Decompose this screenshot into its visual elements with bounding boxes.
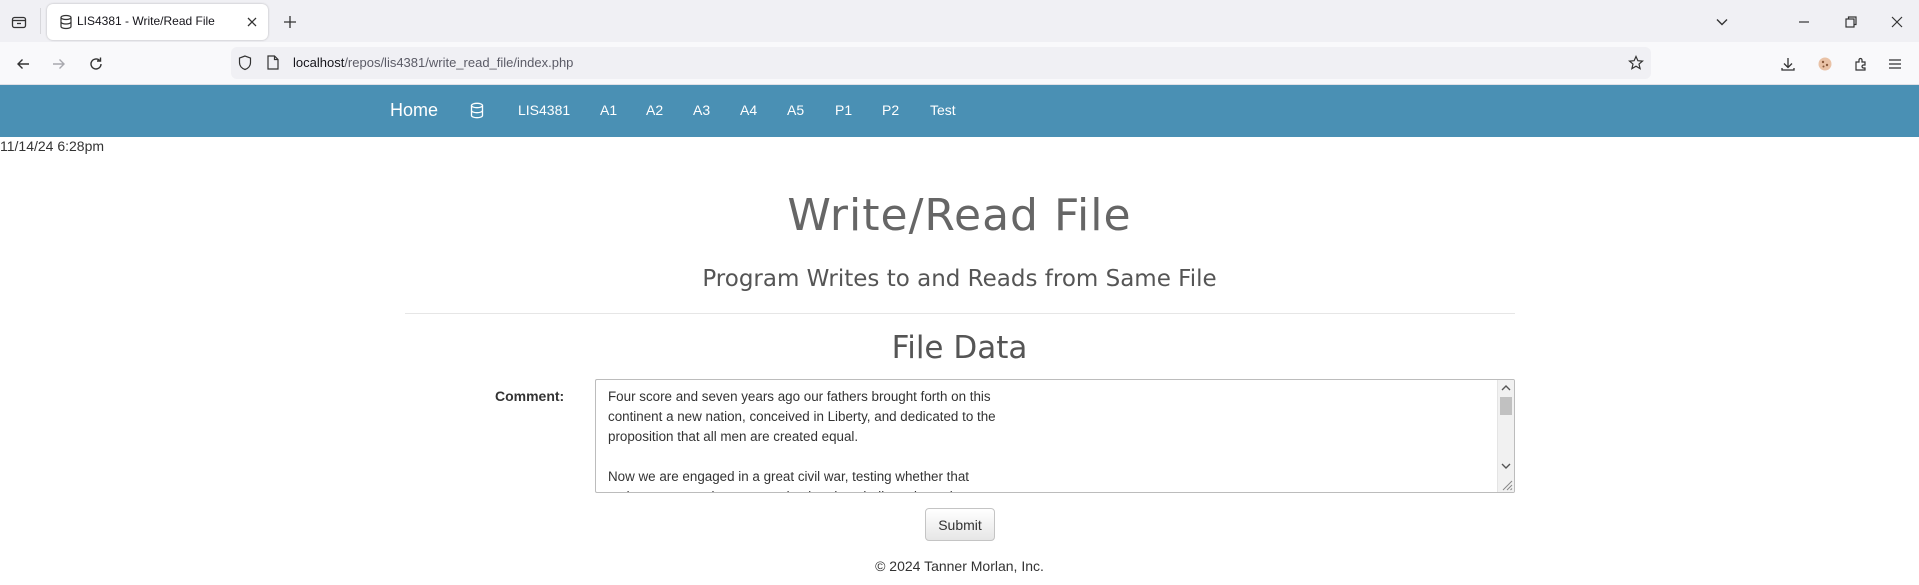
nav-link-p2[interactable]: P2 [882, 102, 899, 118]
nav-link-a5[interactable]: A5 [787, 102, 804, 118]
tab-title: LIS4381 - Write/Read File [77, 14, 215, 28]
browser-toolbar: localhost/repos/lis4381/write_read_file/… [0, 42, 1919, 85]
menu-icon[interactable] [1884, 53, 1906, 75]
scrollbar-thumb[interactable] [1500, 397, 1512, 415]
resize-handle-icon[interactable] [1499, 477, 1513, 491]
nav-link-a1[interactable]: A1 [600, 102, 617, 118]
timestamp: 11/14/24 6:28pm [0, 138, 105, 154]
scroll-down-icon[interactable] [1498, 458, 1514, 474]
divider [405, 313, 1515, 314]
scroll-up-icon[interactable] [1498, 380, 1514, 396]
forward-icon[interactable] [48, 53, 70, 75]
minimize-icon[interactable] [1794, 12, 1814, 32]
submit-button[interactable]: Submit [925, 508, 995, 541]
star-icon[interactable] [1628, 55, 1644, 71]
tab-list-icon[interactable] [9, 12, 29, 32]
database-icon[interactable] [470, 102, 486, 120]
nav-link-a2[interactable]: A2 [646, 102, 663, 118]
page-icon[interactable] [267, 55, 281, 71]
reload-icon[interactable] [85, 53, 107, 75]
nav-link-p1[interactable]: P1 [835, 102, 852, 118]
shield-icon[interactable] [238, 55, 254, 71]
comment-text[interactable]: Four score and seven years ago our fathe… [608, 387, 1048, 492]
browser-tab-active[interactable]: LIS4381 - Write/Read File [47, 4, 268, 40]
chevron-down-icon[interactable] [1712, 12, 1732, 32]
url-path: /repos/lis4381/write_read_file/index.php [344, 55, 574, 70]
url-host: localhost [293, 55, 345, 70]
close-window-icon[interactable] [1887, 12, 1907, 32]
back-icon[interactable] [12, 53, 34, 75]
extension-icon[interactable] [1850, 53, 1872, 75]
vertical-scrollbar[interactable] [1497, 380, 1514, 492]
nav-link-lis4381[interactable]: LIS4381 [518, 102, 570, 118]
site-navbar: Home LIS4381 A1 A2 A3 A4 A5 P1 P2 Test [0, 85, 1919, 137]
url-text: localhost/repos/lis4381/write_read_file/… [293, 55, 573, 70]
database-icon [59, 14, 75, 30]
browser-tab-strip: LIS4381 - Write/Read File [0, 0, 1919, 42]
comment-label: Comment: [495, 388, 565, 404]
footer-copyright: © 2024 Tanner Morlan, Inc. [875, 558, 1044, 574]
nav-brand-home[interactable]: Home [390, 100, 438, 121]
page-subtitle: Program Writes to and Reads from Same Fi… [702, 266, 1217, 292]
comment-textarea[interactable]: Four score and seven years ago our fathe… [595, 379, 1515, 493]
nav-link-a3[interactable]: A3 [693, 102, 710, 118]
page-title: Write/Read File [787, 190, 1132, 241]
url-bar[interactable]: localhost/repos/lis4381/write_read_file/… [231, 47, 1651, 79]
tab-separator [40, 8, 41, 34]
plus-icon[interactable] [280, 12, 300, 32]
nav-link-a4[interactable]: A4 [740, 102, 757, 118]
close-icon[interactable] [243, 13, 261, 31]
section-title: File Data [891, 330, 1028, 366]
download-icon[interactable] [1777, 53, 1799, 75]
restore-icon[interactable] [1841, 12, 1861, 32]
nav-link-test[interactable]: Test [930, 102, 956, 118]
cookie-extension-icon[interactable] [1814, 53, 1836, 75]
